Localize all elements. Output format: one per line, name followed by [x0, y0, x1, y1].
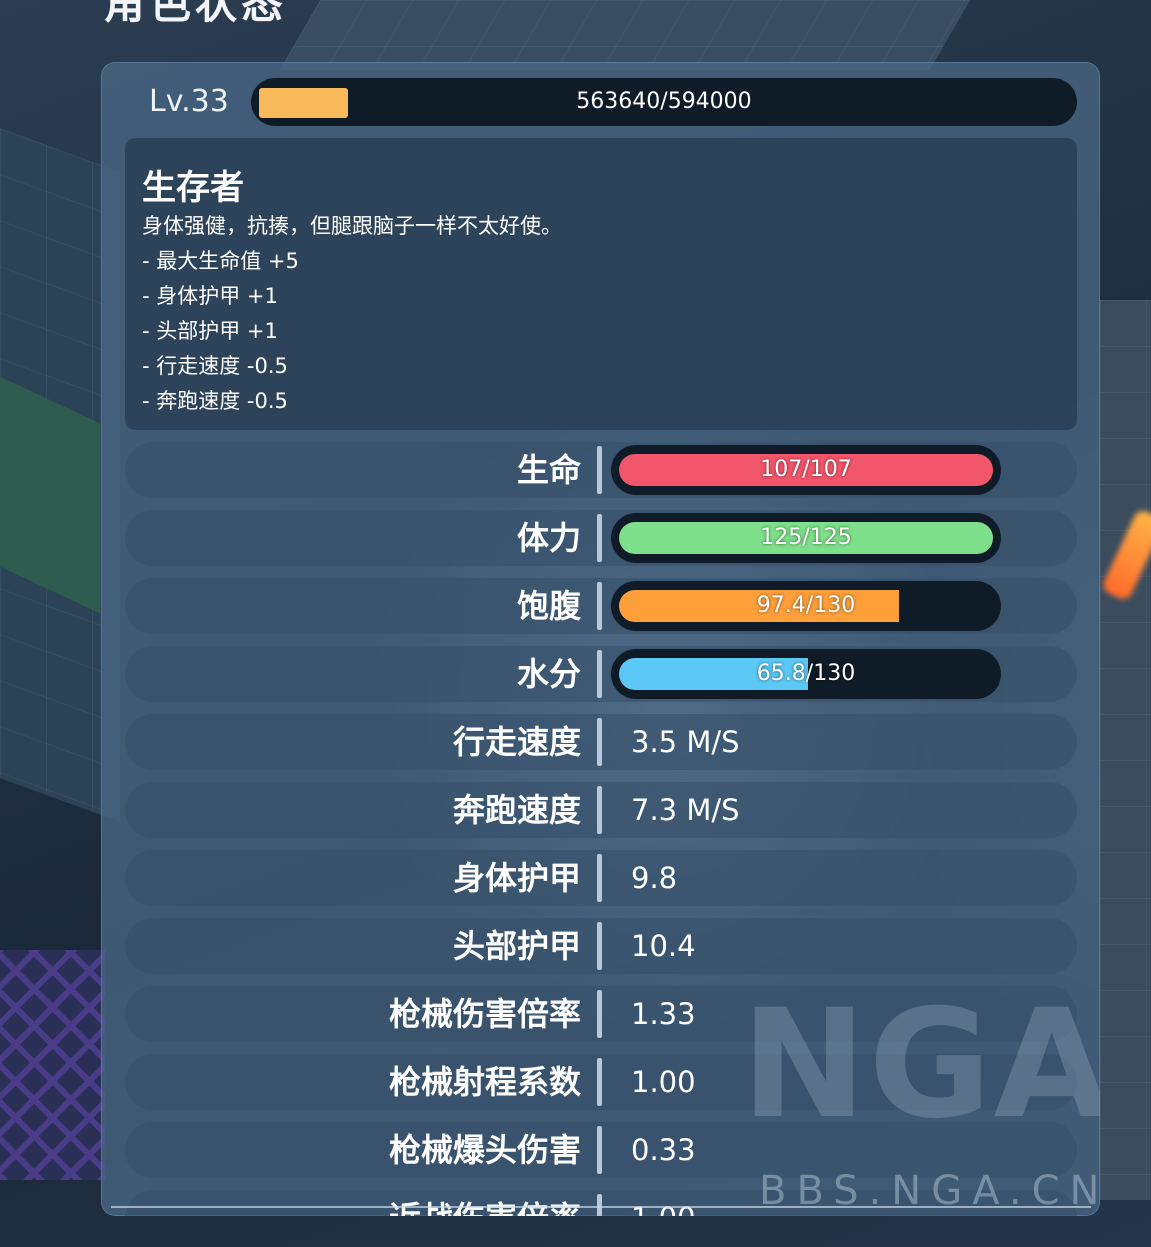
stamina-gauge: 125/125 [611, 513, 1001, 563]
scroll-edge-line [111, 1206, 1091, 1208]
stat-row-gun-range: 枪械射程系数 1.00 [125, 1054, 1077, 1110]
stat-row-melee-damage: 近战伤害倍率 1.00 [125, 1190, 1077, 1216]
trait-bonus: - 最大生命值 +5 [142, 249, 299, 273]
divider [597, 854, 602, 902]
stat-value: 9.8 [631, 861, 678, 895]
stat-value: 10.4 [631, 929, 696, 963]
divider [597, 718, 602, 766]
satiety-gauge: 97.4/130 [611, 581, 1001, 631]
hydration-gauge: 65.8/130 [611, 649, 1001, 699]
divider [597, 990, 602, 1038]
level-label: Lv.33 [149, 84, 229, 119]
divider [597, 650, 602, 698]
stat-label: 身体护甲 [452, 859, 581, 897]
trait-bonus: - 行走速度 -0.5 [142, 354, 288, 378]
stat-label: 枪械射程系数 [388, 1063, 581, 1101]
purple-truss [0, 950, 105, 1180]
divider [597, 446, 602, 494]
xp-text: 563640/594000 [576, 89, 752, 114]
stat-label: 枪械伤害倍率 [388, 995, 581, 1033]
divider [597, 922, 602, 970]
trait-bonus: - 奔跑速度 -0.5 [142, 389, 288, 413]
stat-value: 1.00 [631, 1190, 696, 1216]
health-gauge: 107/107 [611, 445, 1001, 495]
stat-label: 枪械爆头伤害 [388, 1131, 581, 1169]
stat-label: 近战伤害倍率 [389, 1190, 581, 1216]
satiety-gauge-text: 97.4/130 [756, 593, 856, 618]
stat-row-walk-speed: 行走速度 3.5 M/S [125, 714, 1077, 770]
trait-description: 身体强健，抗揍，但腿跟脑子一样不太好使。 [142, 214, 562, 238]
stat-value: 1.00 [631, 1065, 696, 1099]
stat-label: 水分 [516, 655, 581, 693]
divider [597, 786, 602, 834]
trait-name: 生存者 [142, 168, 244, 208]
stat-row-gun-headshot: 枪械爆头伤害 0.33 [125, 1122, 1077, 1178]
stamina-gauge-text: 125/125 [760, 525, 852, 550]
stat-value: 3.5 M/S [631, 725, 740, 759]
divider [597, 582, 602, 630]
xp-bar: 563640/594000 [251, 78, 1077, 126]
divider [597, 1126, 602, 1174]
trait-bonus: - 身体护甲 +1 [142, 284, 278, 308]
page-title: 角色状态 [103, 0, 288, 28]
divider [597, 1194, 602, 1216]
floor-tiles-right [1100, 300, 1151, 1200]
character-status-panel: Lv.33 563640/594000 生存者 身体强健，抗揍，但腿跟脑子一样不… [101, 62, 1100, 1216]
stat-value: 7.3 M/S [631, 793, 740, 827]
trait-box: 生存者 身体强健，抗揍，但腿跟脑子一样不太好使。 - 最大生命值 +5 - 身体… [125, 138, 1077, 430]
stat-label: 奔跑速度 [452, 791, 581, 829]
stat-value: 1.33 [631, 997, 696, 1031]
stat-row-gun-damage: 枪械伤害倍率 1.33 [125, 986, 1077, 1042]
stat-label: 行走速度 [452, 723, 581, 761]
level-row: Lv.33 563640/594000 [101, 76, 1100, 128]
stat-row-body-armor: 身体护甲 9.8 [125, 850, 1077, 906]
floor-tiles-top [279, 0, 971, 70]
stat-row-head-armor: 头部护甲 10.4 [125, 918, 1077, 974]
stat-row-health: 生命 107/107 [125, 442, 1077, 498]
stat-row-stamina: 体力 125/125 [125, 510, 1077, 566]
stat-row-run-speed: 奔跑速度 7.3 M/S [125, 782, 1077, 838]
stat-label: 饱腹 [516, 587, 581, 625]
divider [597, 1058, 602, 1106]
stat-row-hydration: 水分 65.8/130 [125, 646, 1077, 702]
health-gauge-text: 107/107 [760, 457, 852, 482]
trait-bonus: - 头部护甲 +1 [142, 319, 278, 343]
stat-row-satiety: 饱腹 97.4/130 [125, 578, 1077, 634]
stat-value: 0.33 [631, 1133, 696, 1167]
stat-label: 生命 [516, 451, 581, 489]
stat-label: 体力 [516, 519, 581, 557]
divider [597, 514, 602, 562]
hydration-gauge-text: 65.8/130 [756, 661, 856, 686]
stat-label: 头部护甲 [452, 927, 581, 965]
